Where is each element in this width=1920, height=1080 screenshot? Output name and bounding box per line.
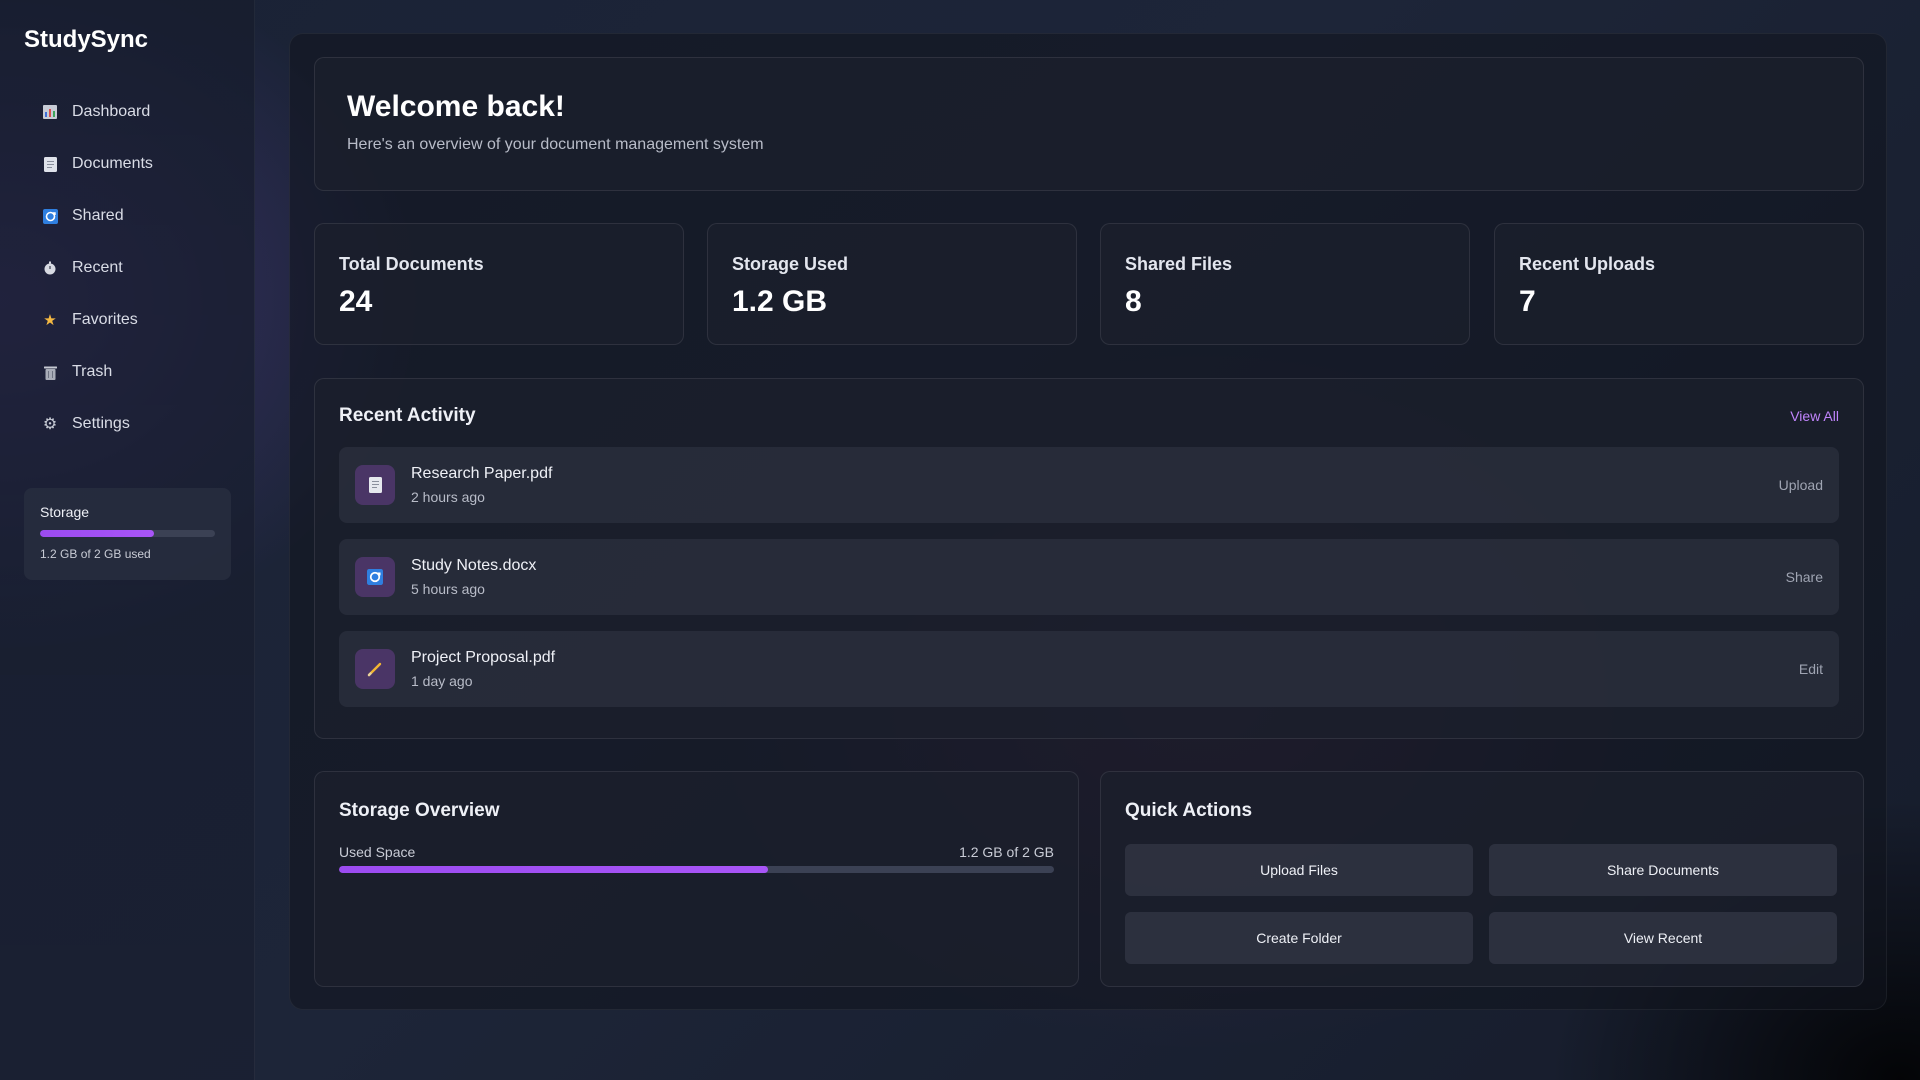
sidebar-storage-summary: 1.2 GB of 2 GB used <box>40 547 151 561</box>
sidebar-item-settings[interactable]: ⚙ Settings <box>24 402 230 446</box>
view-recent-button[interactable]: View Recent <box>1489 912 1837 964</box>
activity-action: Edit <box>1798 661 1823 677</box>
gear-icon: ⚙ <box>42 416 58 433</box>
app-logo: StudySync <box>24 26 149 53</box>
create-folder-button[interactable]: Create Folder <box>1125 912 1473 964</box>
sidebar-storage-fill <box>40 530 154 537</box>
chart-icon <box>42 104 58 120</box>
pencil-icon <box>355 649 395 689</box>
sidebar-item-label: Favorites <box>72 311 138 328</box>
sidebar-item-trash[interactable]: Trash <box>24 350 230 394</box>
shared-icon <box>355 557 395 597</box>
stat-label: Shared Files <box>1125 254 1233 274</box>
activity-row[interactable]: Project Proposal.pdf 1 day ago Edit <box>339 631 1839 707</box>
stat-card-storage-used: Storage Used 1.2 GB <box>707 223 1077 345</box>
stat-label: Storage Used <box>732 254 849 274</box>
stat-card-recent-uploads: Recent Uploads 7 <box>1494 223 1864 345</box>
activity-file-name: Study Notes.docx <box>411 557 537 574</box>
star-icon: ★ <box>43 312 57 329</box>
upload-files-button[interactable]: Upload Files <box>1125 844 1473 896</box>
used-space-label: Used Space <box>339 844 416 860</box>
sidebar-storage-title: Storage <box>40 504 90 520</box>
sidebar-item-label: Shared <box>72 207 124 224</box>
sidebar-item-label: Settings <box>72 415 130 432</box>
document-icon <box>42 156 58 172</box>
stat-label: Total Documents <box>339 254 484 274</box>
stat-value: 1.2 GB <box>732 285 828 318</box>
sidebar-item-favorites[interactable]: ★ Favorites <box>24 298 230 342</box>
storage-progress-fill <box>339 866 768 873</box>
storage-overview-title: Storage Overview <box>339 800 500 821</box>
page-title: Welcome back! <box>347 90 565 123</box>
clock-icon <box>42 260 58 276</box>
activity-time: 5 hours ago <box>411 581 485 597</box>
activity-file-name: Project Proposal.pdf <box>411 649 556 666</box>
activity-row[interactable]: Study Notes.docx 5 hours ago Share <box>339 539 1839 615</box>
sidebar-item-label: Documents <box>72 155 153 172</box>
sidebar-item-label: Dashboard <box>72 103 151 120</box>
share-documents-button[interactable]: Share Documents <box>1489 844 1837 896</box>
document-icon <box>355 465 395 505</box>
sidebar-storage-bar <box>40 530 215 537</box>
stat-value: 7 <box>1519 285 1536 318</box>
page-subtitle: Here's an overview of your document mana… <box>347 136 764 153</box>
activity-file-name: Research Paper.pdf <box>411 465 553 482</box>
stat-value: 8 <box>1125 285 1142 318</box>
stat-card-shared-files: Shared Files 8 <box>1100 223 1470 345</box>
welcome-card: Welcome back! Here's an overview of your… <box>314 57 1864 191</box>
stat-card-total-documents: Total Documents 24 <box>314 223 684 345</box>
sidebar-item-shared[interactable]: Shared <box>24 194 230 238</box>
storage-overview-card: Storage Overview Used Space 1.2 GB of 2 … <box>314 771 1079 987</box>
used-space-value: 1.2 GB of 2 GB <box>959 844 1054 860</box>
sidebar-item-label: Trash <box>72 363 113 380</box>
activity-row[interactable]: Research Paper.pdf 2 hours ago Upload <box>339 447 1839 523</box>
quick-actions-title: Quick Actions <box>1125 800 1253 821</box>
sidebar-item-recent[interactable]: Recent <box>24 246 230 290</box>
storage-progress-bar <box>339 866 1054 873</box>
view-all-link[interactable]: View All <box>1790 408 1839 424</box>
stat-value: 24 <box>339 285 373 318</box>
sidebar-item-dashboard[interactable]: Dashboard <box>24 90 230 134</box>
main-panel: Welcome back! Here's an overview of your… <box>289 33 1887 1010</box>
shared-icon <box>42 208 58 224</box>
sidebar-item-documents[interactable]: Documents <box>24 142 230 186</box>
trash-icon <box>42 364 58 380</box>
activity-action: Share <box>1785 569 1823 585</box>
recent-activity-title: Recent Activity <box>339 405 476 426</box>
activity-time: 2 hours ago <box>411 489 485 505</box>
stat-label: Recent Uploads <box>1519 254 1656 274</box>
recent-activity-card: Recent Activity View All Research Paper.… <box>314 378 1864 739</box>
sidebar-storage-widget: Storage 1.2 GB of 2 GB used <box>24 488 231 580</box>
activity-action: Upload <box>1778 477 1823 493</box>
activity-time: 1 day ago <box>411 673 473 689</box>
sidebar: StudySync Dashboard Documents Shared Rec… <box>0 0 255 1080</box>
quick-actions-card: Quick Actions Upload Files Share Documen… <box>1100 771 1864 987</box>
sidebar-item-label: Recent <box>72 259 123 276</box>
